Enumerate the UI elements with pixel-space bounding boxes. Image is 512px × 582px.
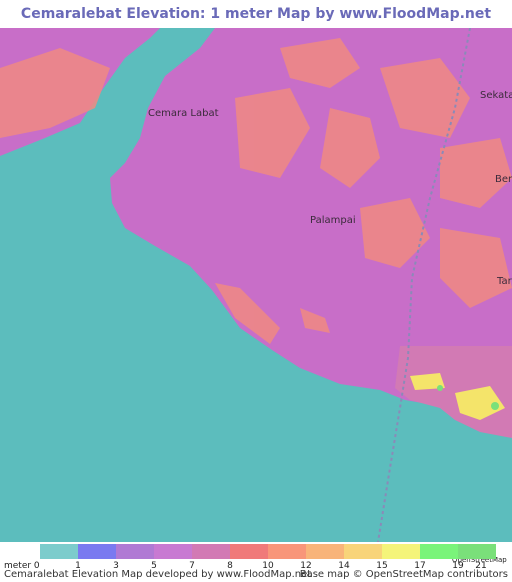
legend-swatch xyxy=(192,544,230,559)
legend-swatch xyxy=(306,544,344,559)
place-label: Cemara Labat xyxy=(148,108,219,119)
legend-swatch xyxy=(78,544,116,559)
elevation-legend: meter 0 1 3 5 7 8 10 12 14 15 17 19 21 xyxy=(0,542,512,571)
place-label: Sekata xyxy=(480,90,512,101)
legend-swatch xyxy=(420,544,458,559)
footer-attribution: Base map © OpenStreetMap contributors xyxy=(299,569,508,580)
legend-swatch xyxy=(458,544,496,559)
elevation-map[interactable]: Cemara Labat Palampai Sekata Ber Tar ⚲ O… xyxy=(0,27,512,564)
map-title: Cemaralebat Elevation: 1 meter Map by ww… xyxy=(20,6,492,50)
legend-swatch xyxy=(230,544,268,559)
legend-swatch xyxy=(268,544,306,559)
place-label: Palampai xyxy=(310,215,356,226)
place-label: Tar xyxy=(497,276,512,287)
legend-swatch xyxy=(344,544,382,559)
legend-swatch xyxy=(154,544,192,559)
legend-swatch xyxy=(116,544,154,559)
footer: Cemaralebat Elevation Map developed by w… xyxy=(0,569,512,582)
place-label: Ber xyxy=(495,174,512,185)
map-canvas xyxy=(0,27,512,543)
legend-swatch xyxy=(40,544,78,559)
legend-swatch xyxy=(382,544,420,559)
footer-credit: Cemaralebat Elevation Map developed by w… xyxy=(4,569,312,580)
